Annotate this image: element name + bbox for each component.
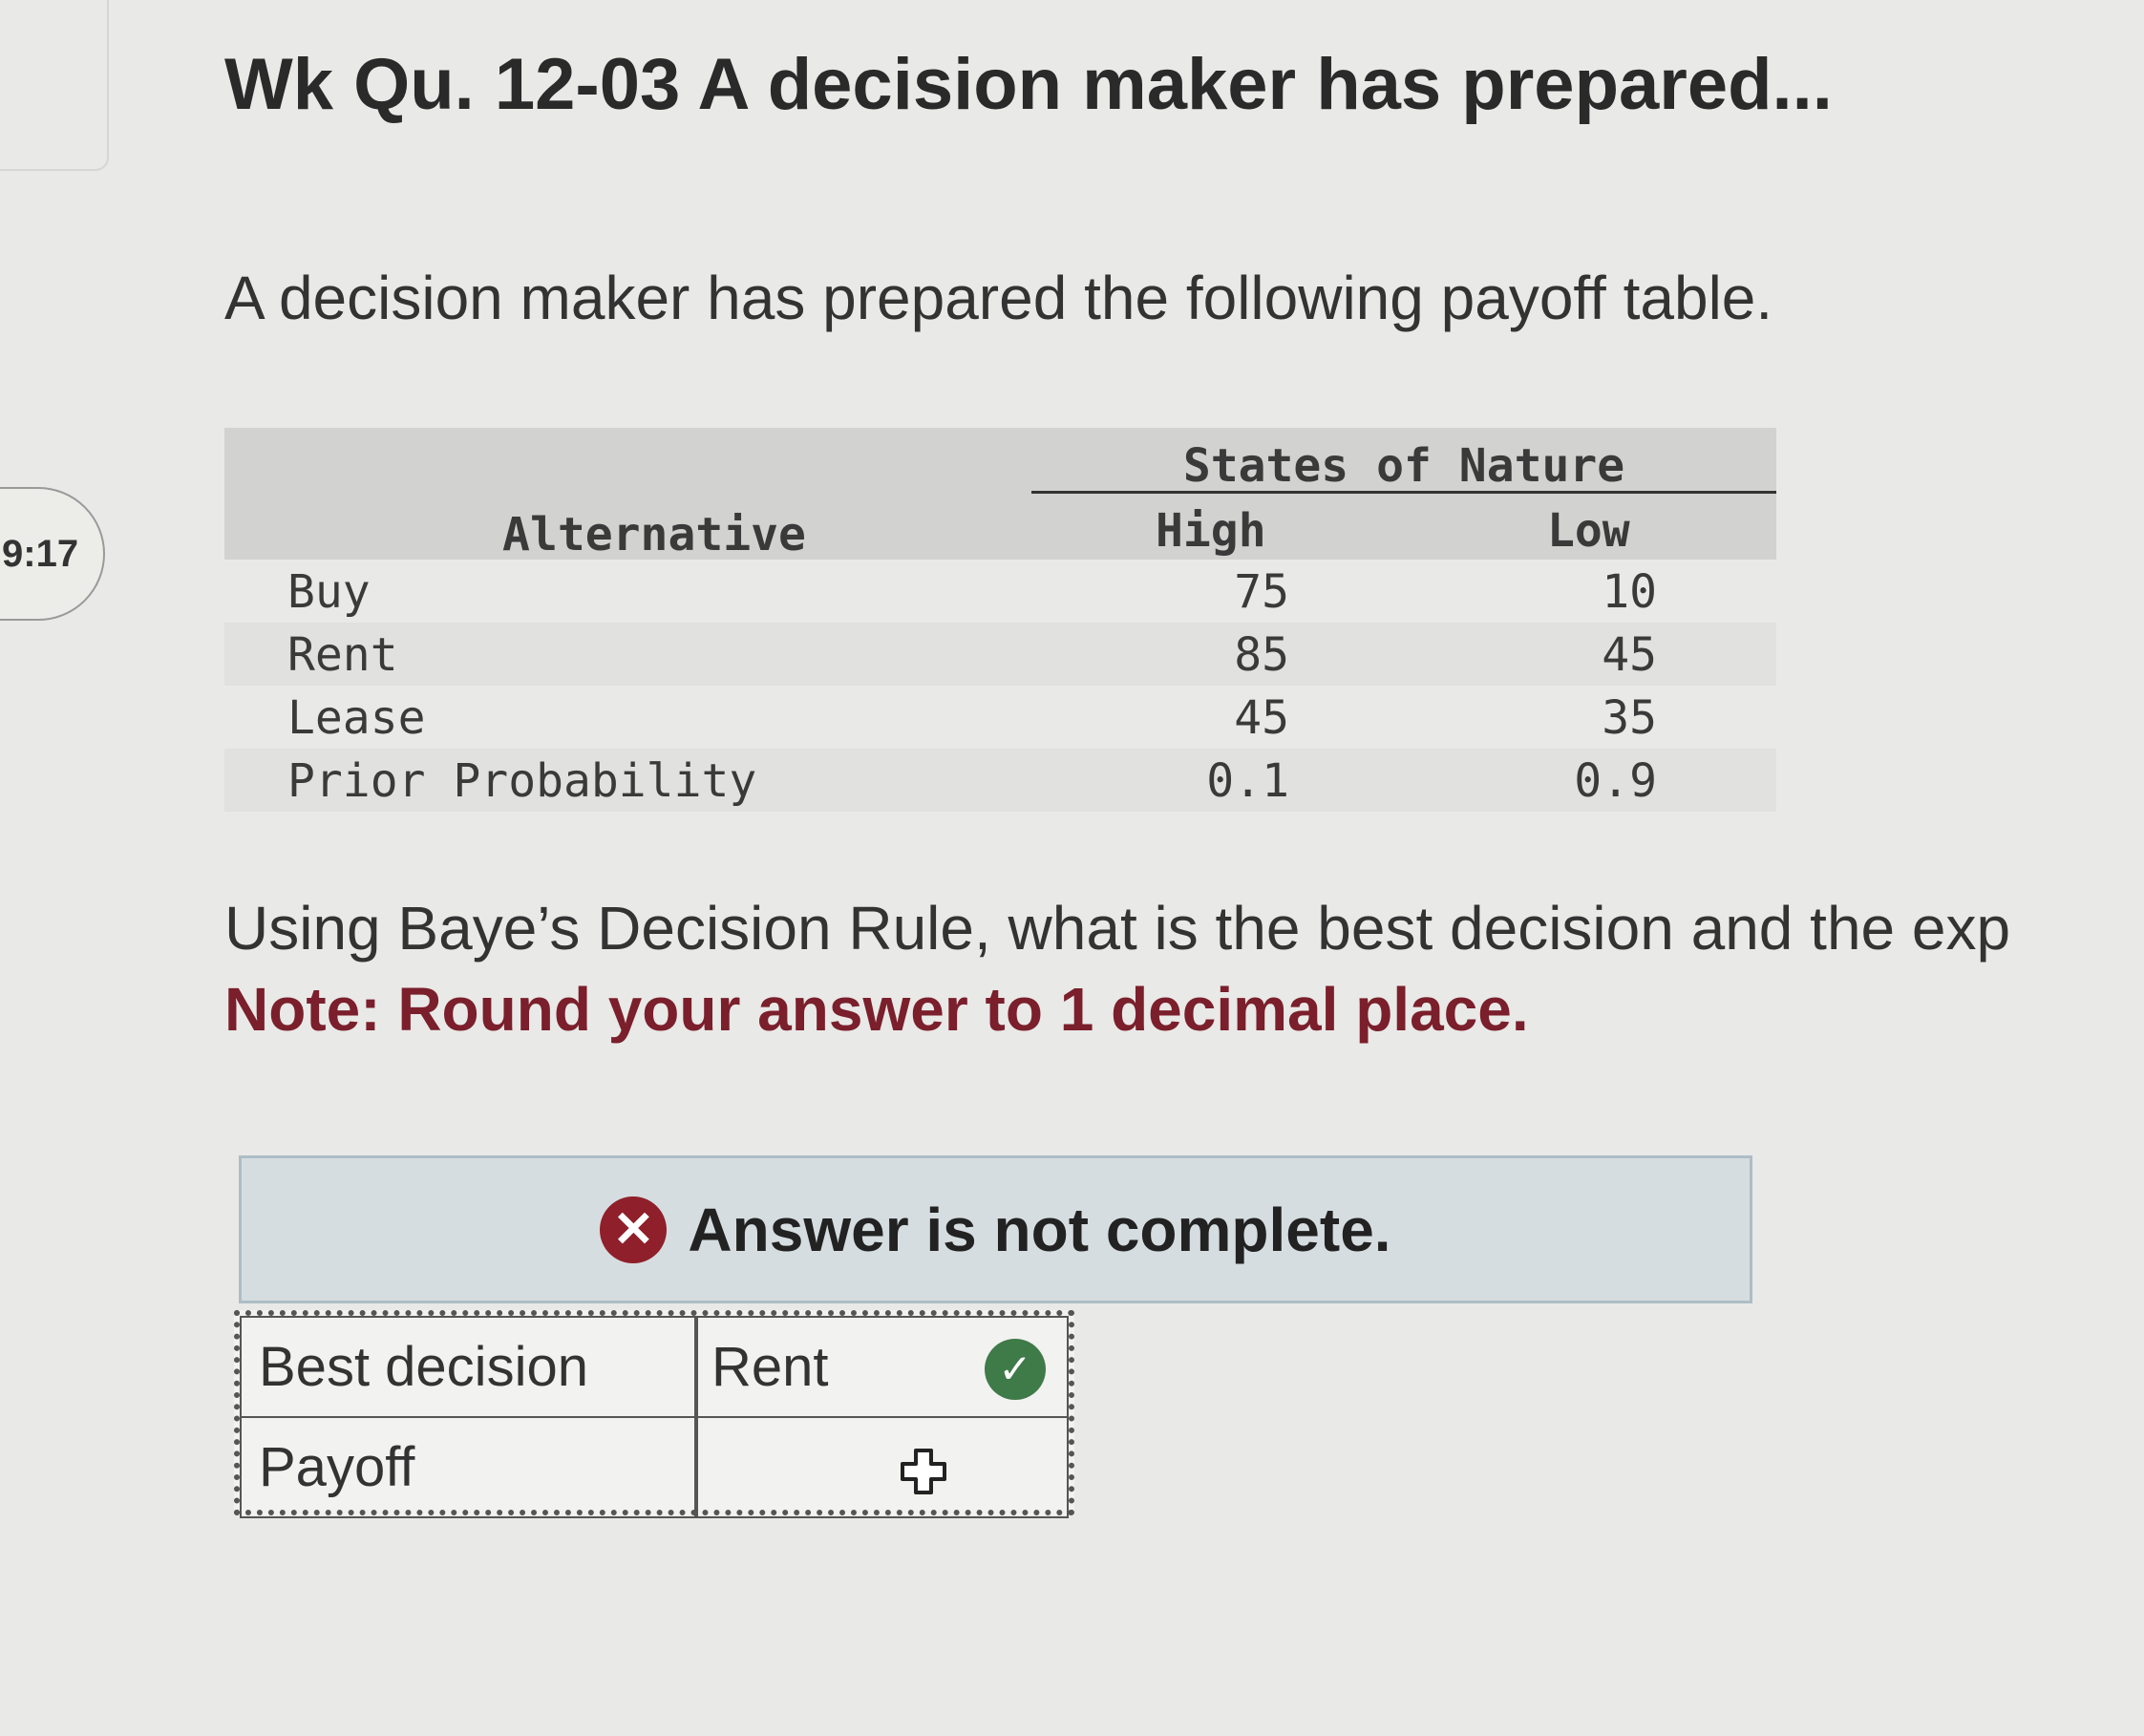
row-label: Prior Probability (287, 754, 757, 808)
intro-text: A decision maker has prepared the follow… (224, 264, 1773, 332)
cell-low: 10 (1602, 565, 1657, 619)
question-title: Wk Qu. 12-03 A decision maker has prepar… (224, 44, 1833, 125)
row-label: Buy (287, 565, 371, 619)
table-row: Prior Probability 0.1 0.9 (224, 749, 1776, 812)
corner-frame (0, 0, 109, 171)
cell-low: 0.9 (1574, 754, 1657, 808)
table-row: Rent 85 45 (224, 623, 1776, 686)
rounding-note: Note: Round your answer to 1 decimal pla… (224, 975, 1529, 1044)
close-circle-icon: ✕ (600, 1196, 668, 1263)
payoff-input[interactable] (696, 1416, 1069, 1518)
answer-status-text: Answer is not complete. (688, 1195, 1391, 1264)
states-header-rule (1031, 491, 1776, 494)
cell-high: 0.1 (1206, 754, 1289, 808)
states-of-nature-header: States of Nature (1182, 439, 1625, 493)
timer-badge[interactable]: 9:17 (0, 487, 105, 621)
row-label: Lease (287, 691, 426, 745)
cell-low: 45 (1602, 628, 1657, 682)
answer-label-text: Best decision (259, 1336, 588, 1398)
cell-high: 75 (1234, 565, 1289, 619)
payoff-table: Alternative States of Nature High Low Bu… (224, 428, 1776, 815)
alternative-header: Alternative (502, 508, 806, 561)
check-circle-icon: ✓ (985, 1339, 1046, 1400)
answer-label-payoff: Payoff (240, 1416, 696, 1518)
answer-label-best-decision: Best decision (240, 1316, 696, 1418)
cell-low: 35 (1602, 691, 1657, 745)
answer-table: Best decision Rent ✓ Payoff (234, 1310, 1074, 1518)
answer-status-banner: ✕ Answer is not complete. (239, 1155, 1752, 1303)
best-decision-field[interactable]: Rent ✓ (696, 1316, 1069, 1418)
column-header-low: Low (1547, 504, 1630, 558)
best-decision-value: Rent (711, 1336, 829, 1398)
column-header-high: High (1156, 504, 1266, 558)
move-cursor-icon (901, 1449, 946, 1494)
row-label: Rent (287, 628, 398, 682)
cell-high: 45 (1234, 691, 1289, 745)
cell-high: 85 (1234, 628, 1289, 682)
table-row: Buy 75 10 (224, 560, 1776, 623)
answer-label-text: Payoff (259, 1436, 415, 1498)
question-text: Using Baye’s Decision Rule, what is the … (224, 894, 2011, 963)
table-row: Lease 45 35 (224, 686, 1776, 749)
timer-text: 9:17 (2, 532, 79, 575)
